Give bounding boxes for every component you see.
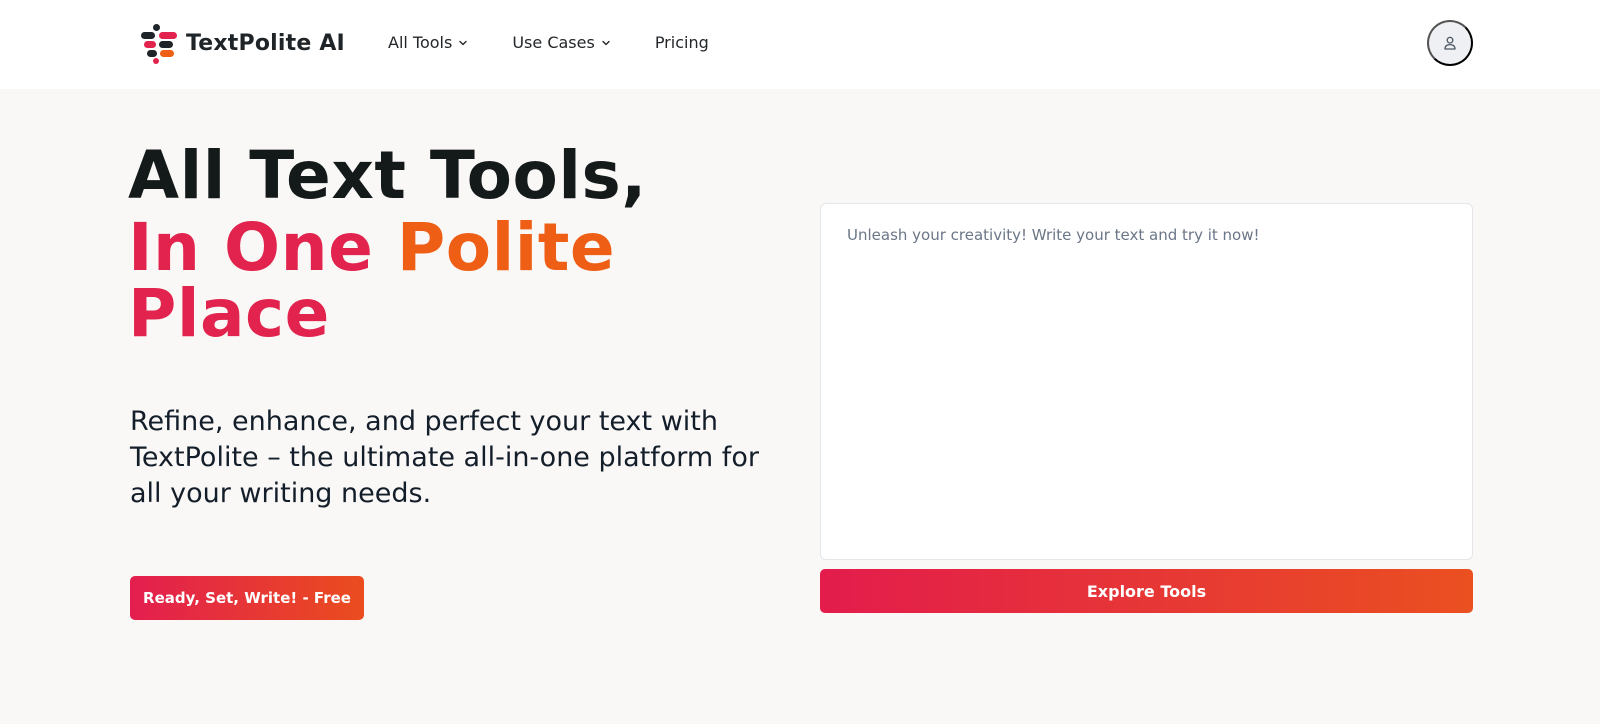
start-writing-button[interactable]: Ready, Set, Write! - Free [130,576,364,620]
nav-item-label: Pricing [654,33,709,52]
explore-tools-button[interactable]: Explore Tools [820,569,1473,613]
hero-title: All Text Tools, In One Polite Place [128,140,647,350]
text-editor [820,203,1473,560]
nav-item-all-tools[interactable]: All Tools [388,33,468,52]
user-icon [1444,36,1456,50]
main-nav: All Tools Use Cases Pricing [388,33,709,52]
chevron-down-icon [459,40,468,45]
text-input[interactable] [821,204,1472,559]
nav-item-label: Use Cases [512,33,595,52]
hero-title-line2: In One Polite [128,212,647,284]
site-header: TextPolite AI All Tools Use Cases Pricin… [0,0,1600,89]
hero-description: Refine, enhance, and perfect your text w… [130,406,759,509]
user-account-button[interactable] [1427,20,1473,66]
textpolite-logo-icon [138,22,180,64]
hero-title-line3: Place [128,275,330,352]
chevron-down-icon [602,40,610,45]
nav-item-pricing[interactable]: Pricing [655,33,709,52]
nav-item-use-cases[interactable]: Use Cases [512,33,610,52]
brand-name: TextPolite AI [186,30,345,56]
brand-logo-link[interactable]: TextPolite AI [138,22,345,64]
nav-item-label: All Tools [388,33,453,52]
hero-title-highlight-orange: Polite [396,209,616,286]
hero-title-line1: All Text Tools, [128,137,647,214]
